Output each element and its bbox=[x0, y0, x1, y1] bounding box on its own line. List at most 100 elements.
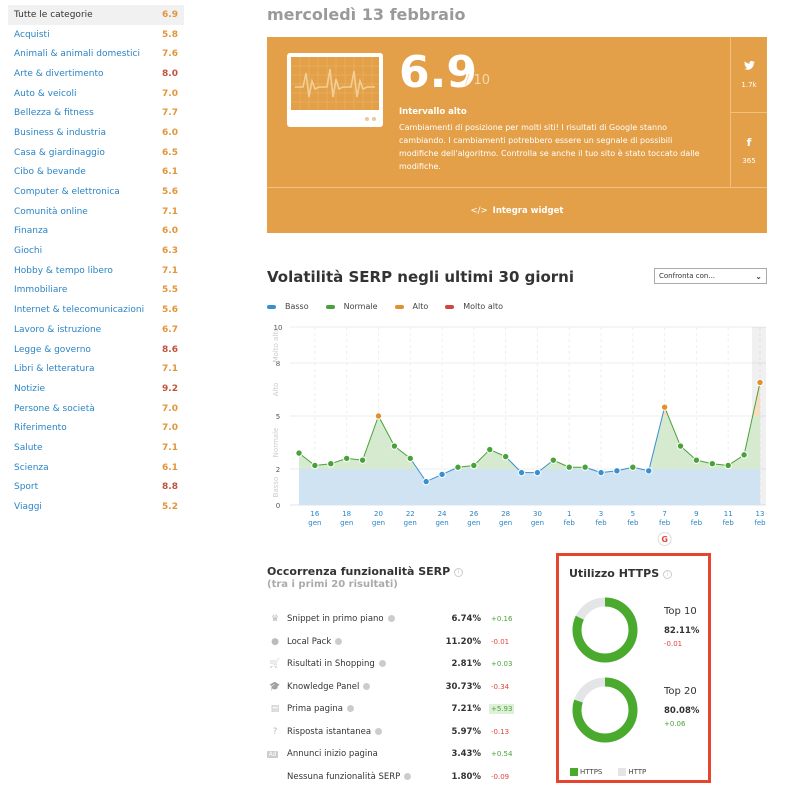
info-icon[interactable] bbox=[363, 682, 371, 690]
info-icon[interactable] bbox=[335, 637, 343, 645]
data-point[interactable] bbox=[597, 468, 605, 477]
legend-label: HTTP bbox=[628, 768, 647, 776]
data-point[interactable] bbox=[581, 463, 589, 471]
x-tick-day: 18 bbox=[342, 510, 351, 518]
data-point[interactable] bbox=[549, 456, 558, 464]
serp-feature-name: Prima pagina bbox=[287, 704, 433, 714]
data-point[interactable] bbox=[692, 456, 701, 464]
y-tick-label: 5 bbox=[276, 413, 280, 421]
serp-feature-delta: -0.01 bbox=[491, 637, 510, 646]
data-point[interactable] bbox=[406, 454, 414, 463]
serp-feature-pct: 3.43% bbox=[451, 749, 482, 760]
serp-feature-delta: +0.16 bbox=[491, 615, 513, 624]
top10-donut bbox=[572, 597, 638, 663]
data-point[interactable] bbox=[724, 461, 732, 470]
x-tick-day: 22 bbox=[406, 510, 415, 518]
data-point[interactable] bbox=[613, 467, 621, 475]
serp-feature-name: Risultati in Shopping bbox=[287, 659, 433, 669]
serp-feature-name: Annunci inizio pagina bbox=[287, 749, 433, 759]
area-band bbox=[299, 469, 760, 505]
x-tick-day: 30 bbox=[533, 510, 542, 518]
data-point[interactable] bbox=[756, 378, 764, 387]
data-point[interactable] bbox=[645, 467, 653, 475]
area-band bbox=[299, 416, 760, 469]
x-tick-month: gen bbox=[308, 519, 321, 527]
x-tick-day: 24 bbox=[438, 510, 447, 518]
data-point[interactable] bbox=[517, 468, 526, 477]
x-tick-day: 13 bbox=[756, 510, 765, 518]
legend-swatch bbox=[570, 768, 578, 776]
https-legend-item: HTTP bbox=[618, 768, 646, 776]
top20-label: Top 20 bbox=[664, 686, 697, 697]
info-icon[interactable] bbox=[378, 660, 386, 668]
data-point[interactable] bbox=[676, 442, 685, 450]
serp-feature-pct: 1.80% bbox=[451, 771, 482, 782]
serp-feature-delta: -0.09 bbox=[491, 772, 510, 781]
serp-feature-label: Snippet in primo piano bbox=[287, 614, 384, 625]
x-tick-month: feb bbox=[659, 519, 671, 527]
info-icon[interactable]: i bbox=[454, 567, 464, 577]
y-band-label: Normale bbox=[272, 428, 280, 458]
info-icon[interactable] bbox=[387, 615, 395, 623]
serp-feature-label: Risposta istantanea bbox=[287, 726, 372, 737]
data-point[interactable] bbox=[311, 461, 319, 470]
data-point[interactable] bbox=[390, 442, 399, 450]
data-point[interactable] bbox=[565, 463, 573, 471]
data-point[interactable] bbox=[358, 456, 367, 464]
x-tick-day: 3 bbox=[599, 510, 603, 518]
data-point[interactable] bbox=[422, 477, 430, 486]
top20-donut bbox=[572, 677, 638, 743]
serp-feature-pct: 5.97% bbox=[451, 726, 482, 737]
data-point[interactable] bbox=[295, 449, 303, 457]
y-band-label: Basso bbox=[272, 477, 280, 498]
x-tick-day: 20 bbox=[374, 510, 383, 518]
newspaper-icon: ▤ bbox=[270, 704, 280, 715]
serp-feature-pct: 2.81% bbox=[451, 659, 482, 670]
map-pin-icon: ● bbox=[271, 636, 279, 647]
data-point[interactable] bbox=[660, 403, 669, 411]
x-tick-day: 28 bbox=[501, 510, 510, 518]
x-tick-month: gen bbox=[531, 519, 544, 527]
data-point[interactable] bbox=[629, 463, 637, 471]
data-point[interactable] bbox=[438, 470, 446, 479]
data-point[interactable] bbox=[327, 460, 335, 468]
data-point[interactable] bbox=[740, 451, 748, 459]
google-update-icon[interactable]: G bbox=[657, 532, 672, 546]
info-icon[interactable] bbox=[404, 772, 412, 780]
data-point[interactable] bbox=[501, 452, 510, 461]
question-icon: ? bbox=[272, 726, 278, 737]
data-point[interactable] bbox=[470, 461, 478, 470]
info-icon[interactable] bbox=[346, 705, 354, 713]
x-tick-month: gen bbox=[404, 519, 417, 527]
info-icon[interactable]: i bbox=[663, 569, 673, 579]
serp-feature-delta: -0.34 bbox=[491, 682, 510, 691]
x-tick-month: gen bbox=[340, 519, 353, 527]
area-band bbox=[299, 382, 760, 416]
data-point[interactable] bbox=[533, 468, 542, 477]
info-icon[interactable] bbox=[375, 727, 383, 735]
serp-feature-label: Prima pagina bbox=[287, 704, 343, 715]
top10-delta: -0.01 bbox=[664, 640, 683, 648]
data-point[interactable] bbox=[374, 412, 383, 420]
serp-features-subtitle: (tra i primi 20 risultati) bbox=[267, 579, 398, 590]
x-tick-day: 9 bbox=[694, 510, 698, 518]
serp-feature-pct: 30.73% bbox=[445, 681, 481, 692]
serp-feature-name: Knowledge Panel bbox=[287, 682, 433, 692]
area-band bbox=[299, 327, 760, 363]
serp-feature-row: Ad Annunci inizio pagina 3.43% +0.54 bbox=[267, 743, 517, 766]
https-usage-panel: Utilizzo HTTPS i Top 10 82.11% -0.01 Top … bbox=[556, 553, 711, 783]
serp-feature-label: Local Pack bbox=[287, 636, 332, 647]
data-point[interactable] bbox=[486, 445, 494, 454]
serp-features-list: ♛ Snippet in primo piano 6.74% +0.16 ● Local … bbox=[267, 608, 517, 786]
serp-features-title: Occorrenza funzionalità SERP i bbox=[267, 565, 464, 578]
data-point[interactable] bbox=[342, 454, 351, 463]
graduation-cap-icon: 🎓 bbox=[269, 681, 281, 692]
https-title: Utilizzo HTTPS i bbox=[569, 567, 673, 580]
data-point[interactable] bbox=[454, 463, 462, 471]
serp-feature-row: ? Risposta istantanea 5.97% -0.13 bbox=[267, 721, 517, 744]
serp-feature-name: Nessuna funzionalità SERP bbox=[287, 772, 433, 782]
data-point[interactable] bbox=[708, 460, 717, 468]
serp-feature-delta: +0.54 bbox=[491, 750, 513, 759]
serp-feature-pct: 11.20% bbox=[445, 636, 481, 647]
x-tick-month: gen bbox=[499, 519, 512, 527]
